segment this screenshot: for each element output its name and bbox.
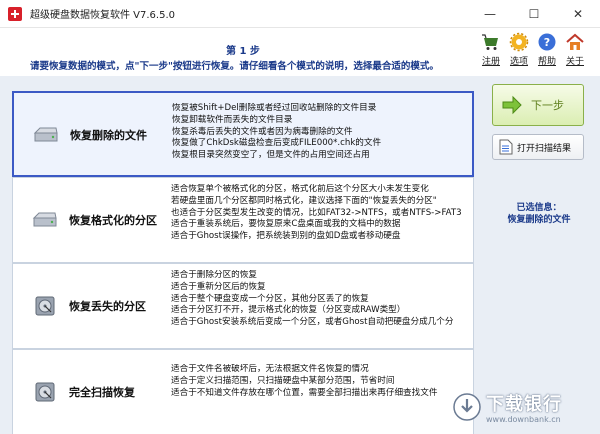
watermark-logo-icon [453,393,481,421]
header: 第 1 步 请要恢复数据的模式，点"下一步"按钮进行恢复。请仔细看各个模式的说明… [0,28,600,76]
next-step-button[interactable]: 下一步 [492,84,584,126]
minimize-button[interactable]: — [468,0,512,28]
help-icon: ? [538,33,556,51]
mode-list: 恢复删除的文件 恢复被Shift+Del删除或者经过回收站删除的文件目录 恢复卸… [12,81,474,434]
hard-drive-icon [33,127,58,142]
open-scan-results-label: 打开扫描结果 [517,143,572,154]
instruction-text: 请要恢复数据的模式，点"下一步"按钮进行恢复。请仔细看各个模式的说明，选择最合适… [30,61,439,72]
mode-card-recover-deleted[interactable]: 恢复删除的文件 恢复被Shift+Del删除或者经过回收站删除的文件目录 恢复卸… [12,91,474,177]
mode-description: 适合于删除分区的恢复 适合于重新分区后的恢复 适合于整个硬盘变成一个分区，其他分… [171,270,471,329]
hard-drive-icon [32,212,57,227]
desc-line: 适合于定义扫描范围，只扫描硬盘中某部分范围，节省时间 [171,375,395,386]
desc-line: 适合于Ghost误操作，把系统装到别的盘如D盘或者移动硬盘 [171,231,401,242]
svg-text:?: ? [544,36,550,49]
mode-name: 恢复丢失的分区 [69,300,146,313]
content-area: 恢复删除的文件 恢复被Shift+Del删除或者经过回收站删除的文件目录 恢复卸… [0,76,600,434]
desc-line: 适合于不知道文件存放在哪个位置，需要全部扫描出来再仔细查找文件 [171,387,438,398]
desc-line: 恢复杀毒后丢失的文件或者因为病毒删除的文件 [172,126,353,137]
app-icon [8,6,22,21]
desc-line: 适合于文件名被破坏后，无法根据文件名恢复的情况 [171,364,369,374]
options-button[interactable]: 选项 [508,32,530,67]
title-bar: 超级硬盘数据恢复软件 V7.6.5.0 — ☐ ✕ [0,0,600,28]
disk-platter-icon [35,382,55,402]
watermark: 下载银行 www.downbank.cn [452,384,598,430]
desc-line: 也适合于分区类型发生改变的情况，比如FAT32->NTFS，或者NTFS->FA… [171,207,462,218]
maximize-button[interactable]: ☐ [512,0,556,28]
watermark-main: 下载银行 [486,394,562,415]
desc-line: 适合于分区打不开，提示格式化的恢复（分区变成RAW类型） [171,305,406,316]
arrow-right-icon [502,95,522,115]
mode-card-recover-formatted[interactable]: 恢复格式化的分区 适合恢复单个被格式化的分区，格式化前后这个分区大小未发生变化 … [12,177,474,263]
desc-line: 适合于删除分区的恢复 [171,270,257,280]
mode-description: 适合恢复单个被格式化的分区，格式化前后这个分区大小未发生变化 若硬盘里面几个分区… [171,184,471,243]
disk-platter-icon [35,296,55,316]
options-icon [509,32,529,52]
register-icon [482,34,498,50]
mode-card-full-scan[interactable]: 完全扫描恢复 适合于文件名被破坏后，无法根据文件名恢复的情况 适合于定义扫描范围… [12,349,474,434]
mode-description: 适合于文件名被破坏后，无法根据文件名恢复的情况 适合于定义扫描范围，只扫描硬盘中… [171,364,471,399]
mode-name: 恢复删除的文件 [70,129,147,142]
document-icon [499,139,513,155]
desc-line: 适合恢复单个被格式化的分区，格式化前后这个分区大小未发生变化 [171,184,429,194]
next-step-label: 下一步 [531,99,564,112]
close-button[interactable]: ✕ [556,0,600,28]
register-label: 注册 [481,57,500,67]
mode-description: 恢复被Shift+Del删除或者经过回收站删除的文件目录 恢复卸载软件而丢失的文… [172,103,472,162]
side-panel: 下一步 打开扫描结果 已选信息： 恢复删除的文件 [490,76,600,434]
step-title: 第 1 步 [226,46,260,57]
mode-card-recover-lost-partition[interactable]: 恢复丢失的分区 适合于删除分区的恢复 适合于重新分区后的恢复 适合于整个硬盘变成… [12,263,474,349]
desc-line: 恢复被Shift+Del删除或者经过回收站删除的文件目录 [172,103,377,113]
open-scan-results-button[interactable]: 打开扫描结果 [492,134,584,160]
desc-line: 适合于重装系统后，要恢复原来C盘桌面或我的文档中的数据 [171,219,401,230]
about-icon [566,33,584,50]
help-button[interactable]: ? 帮助 [536,32,558,67]
window-controls: — ☐ ✕ [468,0,600,28]
desc-line: 适合于重新分区后的恢复 [171,281,266,292]
watermark-text: 下载银行 www.downbank.cn [486,390,562,424]
mode-name: 完全扫描恢复 [69,386,135,399]
desc-line: 若硬盘里面几个分区都同时格式化，建议选择下面的"恢复丢失的分区" [171,195,437,206]
about-label: 关于 [565,57,584,67]
selected-info-value: 恢复删除的文件 [507,215,571,225]
options-label: 选项 [509,57,528,67]
window-title: 超级硬盘数据恢复软件 V7.6.5.0 [30,10,176,21]
help-label: 帮助 [537,57,556,67]
desc-line: 适合于Ghost安装系统后变成一个分区，或者Ghost自动把硬盘分成几个分 [171,317,454,328]
register-button[interactable]: 注册 [480,32,502,67]
desc-line: 恢复做了ChkDsk磁盘检查后变成FILE000*.chk的文件 [172,138,382,149]
about-button[interactable]: 关于 [564,32,586,67]
desc-line: 恢复卸载软件而丢失的文件目录 [172,114,293,125]
mode-name: 恢复格式化的分区 [69,214,157,227]
desc-line: 恢复根目录突然变空了，但是文件的占用空间还占用 [172,150,370,161]
desc-line: 适合于整个硬盘变成一个分区，其他分区丢了的恢复 [171,293,369,304]
toolbar: 注册 选项 ? 帮助 关于 [480,32,586,67]
watermark-sub: www.downbank.cn [486,415,561,424]
